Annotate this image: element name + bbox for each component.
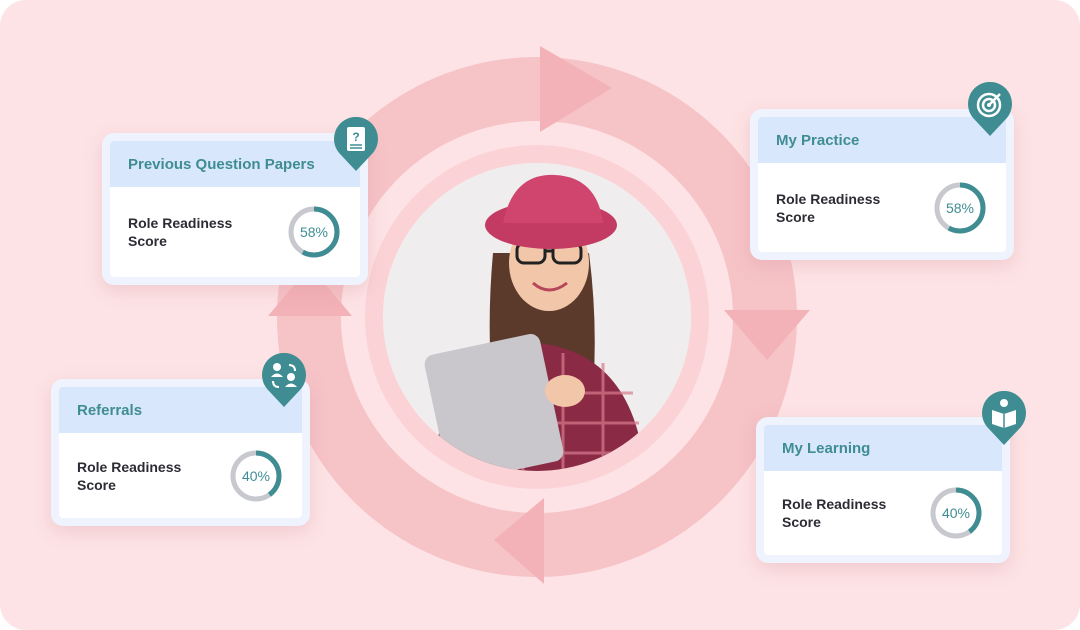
score-ring: 40% [928,485,984,541]
card-title: My Learning [764,425,1002,471]
score-ring: 58% [932,180,988,236]
reading-person-icon [982,391,1026,445]
score-label: Role Readiness Score [77,458,182,493]
target-icon [968,82,1012,136]
card-body: Role Readiness Score 40% [59,433,302,518]
question-paper-icon: ? [334,117,378,171]
card-body: Role Readiness Score 58% [758,163,1006,252]
score-ring: 58% [286,204,342,260]
referral-users-icon [262,353,306,407]
score-label: Role Readiness Score [782,496,887,530]
score-value: 58% [945,199,975,216]
svg-text:?: ? [352,130,359,144]
card-body: Role Readiness Score 58% [110,187,360,277]
score-value: 40% [941,505,971,521]
feature-cycle-illustration: Previous Question Papers Role Readiness … [0,0,1080,630]
score-label: Role Readiness Score [776,190,881,225]
score-ring: 40% [228,448,284,504]
card-title: Previous Question Papers [110,141,360,187]
score-value: 58% [299,224,329,240]
student-photo [383,163,691,471]
card-previous-question-papers[interactable]: Previous Question Papers Role Readiness … [102,133,368,285]
score-value: 40% [241,467,271,484]
card-my-learning[interactable]: My Learning Role Readiness Score 40% [756,417,1010,563]
card-body: Role Readiness Score 40% [764,471,1002,555]
score-label: Role Readiness Score [128,215,233,249]
